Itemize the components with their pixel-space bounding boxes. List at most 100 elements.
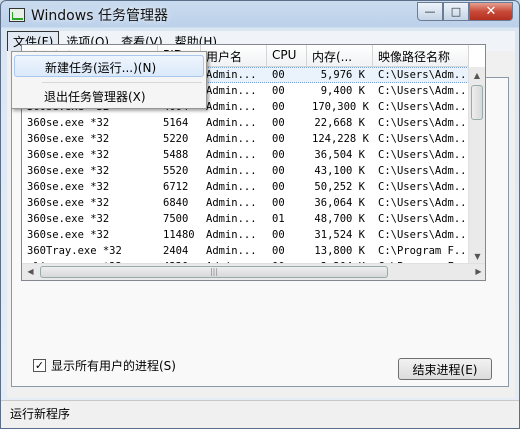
process-name: 360se.exe *32 xyxy=(27,181,110,193)
process-memory: 22,668 K xyxy=(314,117,365,129)
process-name: 360se.exe *32 xyxy=(27,229,110,241)
vertical-scrollbar[interactable]: ▲ ▼ xyxy=(468,67,485,265)
process-pid: 2404 xyxy=(163,245,189,257)
end-process-button[interactable]: 结束进程(E) xyxy=(398,358,492,380)
process-user: Admin... xyxy=(206,165,257,177)
process-cpu: 00 xyxy=(272,69,285,81)
process-name: 360se.exe *32 xyxy=(27,197,110,209)
process-cpu: 00 xyxy=(272,101,285,113)
process-user: Admin... xyxy=(206,197,257,209)
horizontal-scrollbar[interactable]: ◀ ||| ▶ xyxy=(22,263,485,280)
table-row[interactable]: 360se.exe *32 6712 Admin... 00 50,252 K C:\Us… xyxy=(22,179,469,195)
show-all-users-label: 显示所有用户的进程(S) xyxy=(51,359,176,373)
process-memory: 36,064 K xyxy=(314,197,365,209)
scroll-up-icon[interactable]: ▲ xyxy=(469,67,485,84)
scroll-right-icon[interactable]: ▶ xyxy=(470,264,485,280)
process-memory: 36,504 K xyxy=(314,149,365,161)
process-memory: 43,100 K xyxy=(314,165,365,177)
process-cpu: 00 xyxy=(272,85,285,97)
minimize-button[interactable]: — xyxy=(417,2,443,21)
process-memory: 170,300 K xyxy=(312,101,369,113)
process-path: C:\Users\Adm... xyxy=(378,133,469,145)
process-cpu: 00 xyxy=(272,197,285,209)
process-name: 360se.exe *32 xyxy=(27,213,110,225)
process-pid: 5520 xyxy=(163,165,189,177)
new-task-menu-item[interactable]: 新建任务(运行...)(N) xyxy=(14,55,204,77)
process-cpu: 00 xyxy=(272,165,285,177)
process-user: Admin... xyxy=(206,101,257,113)
horizontal-scroll-thumb[interactable]: ||| xyxy=(40,266,388,278)
process-user: Admin... xyxy=(206,245,257,257)
process-pid: 5164 xyxy=(163,117,189,129)
process-cpu: 00 xyxy=(272,229,285,241)
process-memory: 50,252 K xyxy=(314,181,365,193)
process-name: 360Tray.exe *32 xyxy=(27,245,122,257)
process-cpu: 00 xyxy=(272,149,285,161)
process-memory: 48,700 K xyxy=(314,213,365,225)
process-cpu: 00 xyxy=(272,133,285,145)
task-manager-window: Windows 任务管理器 — □ ✕ 文件(F) 选项(O) 查看(V) 帮助… xyxy=(0,0,520,429)
process-path: C:\Users\Adm... xyxy=(378,181,469,193)
table-row[interactable]: 360se.exe *32 11480 Admin... 00 31,524 K C:\U… xyxy=(22,227,469,243)
process-name: 360se.exe *32 xyxy=(27,117,110,129)
checkbox-box[interactable]: ✓ xyxy=(33,359,46,372)
process-memory: 9,400 K xyxy=(320,85,365,97)
process-path: C:\Users\Adm... xyxy=(378,117,469,129)
col-user[interactable]: 用户名 xyxy=(201,45,267,66)
process-name: 360se.exe *32 xyxy=(27,149,110,161)
close-button[interactable]: ✕ xyxy=(469,2,513,21)
process-user: Admin... xyxy=(206,133,257,145)
process-pid: 5220 xyxy=(163,133,189,145)
status-bar: 运行新程序 xyxy=(1,400,519,428)
vertical-scroll-thumb[interactable] xyxy=(471,85,483,120)
table-row[interactable]: 360se.exe *32 6840 Admin... 00 36,064 K C:\Us… xyxy=(22,195,469,211)
process-path: C:\Users\Adm... xyxy=(378,101,469,113)
table-row[interactable]: 360se.exe *32 5488 Admin... 00 36,504 K C:\Us… xyxy=(22,147,469,163)
table-row[interactable]: 360se.exe *32 7500 Admin... 01 48,700 K C:\Us… xyxy=(22,211,469,227)
col-cpu[interactable]: CPU xyxy=(267,45,307,66)
process-name: 360se.exe *32 xyxy=(27,165,110,177)
process-path: C:\Program F... xyxy=(378,245,469,257)
menu-separator xyxy=(42,82,202,83)
process-user: Admin... xyxy=(206,229,257,241)
scroll-left-icon[interactable]: ◀ xyxy=(22,264,39,280)
process-memory: 124,228 K xyxy=(312,133,369,145)
process-path: C:\Users\Adm... xyxy=(378,229,469,241)
title-bar[interactable]: Windows 任务管理器 — □ ✕ xyxy=(1,1,519,29)
process-name: 360se.exe *32 xyxy=(27,133,110,145)
process-path: C:\Users\Adm... xyxy=(378,213,469,225)
process-path: C:\Users\Adm... xyxy=(378,69,469,81)
process-user: Admin... xyxy=(206,85,257,97)
process-memory: 5,976 K xyxy=(320,69,365,81)
process-path: C:\Users\Adm... xyxy=(378,149,469,161)
process-path: C:\Users\Adm... xyxy=(378,165,469,177)
process-cpu: 00 xyxy=(272,117,285,129)
exit-task-manager-menu-item[interactable]: 退出任务管理器(X) xyxy=(14,85,204,107)
process-cpu: 01 xyxy=(272,213,285,225)
show-all-users-checkbox[interactable]: ✓ 显示所有用户的进程(S) xyxy=(33,357,176,374)
col-memory[interactable]: 内存(... xyxy=(307,45,373,66)
process-cpu: 00 xyxy=(272,245,285,257)
process-pid: 6840 xyxy=(163,197,189,209)
table-row[interactable]: 360se.exe *32 5220 Admin... 00 124,228 K C:\U… xyxy=(22,131,469,147)
process-memory: 13,800 K xyxy=(314,245,365,257)
process-pid: 7500 xyxy=(163,213,189,225)
table-row[interactable]: 360se.exe *32 5520 Admin... 00 43,100 K C:\Us… xyxy=(22,163,469,179)
process-user: Admin... xyxy=(206,213,257,225)
table-row[interactable]: 360se.exe *32 5164 Admin... 00 22,668 K C:\Us… xyxy=(22,115,469,131)
task-manager-icon xyxy=(9,8,25,22)
process-user: Admin... xyxy=(206,181,257,193)
process-user: Admin... xyxy=(206,117,257,129)
process-user: Admin... xyxy=(206,149,257,161)
process-memory: 31,524 K xyxy=(314,229,365,241)
process-path: C:\Users\Adm... xyxy=(378,85,469,97)
process-pid: 6712 xyxy=(163,181,189,193)
col-image-path[interactable]: 映像路径名称 xyxy=(373,45,469,66)
process-pid: 5488 xyxy=(163,149,189,161)
window-title: Windows 任务管理器 xyxy=(31,8,168,24)
maximize-button[interactable]: □ xyxy=(443,2,469,21)
process-pid: 11480 xyxy=(163,229,195,241)
process-path: C:\Users\Adm... xyxy=(378,197,469,209)
table-row[interactable]: 360Tray.exe *32 2404 Admin... 00 13,800 K C:\… xyxy=(22,243,469,259)
file-menu-dropdown: 新建任务(运行...)(N) 退出任务管理器(X) xyxy=(11,51,207,109)
